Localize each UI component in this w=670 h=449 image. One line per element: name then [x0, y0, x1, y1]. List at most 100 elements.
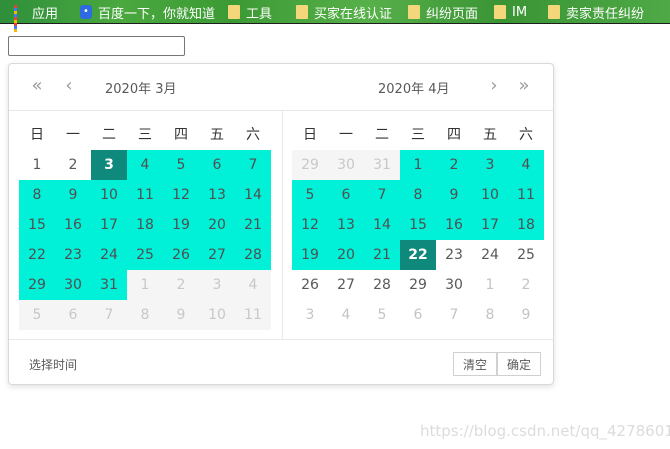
prev-month-icon[interactable]: ‹ — [59, 76, 79, 96]
in-range-day-cell[interactable]: 26 — [163, 240, 199, 270]
bookmark-im[interactable]: IM — [494, 0, 527, 24]
in-range-day-cell[interactable]: 11 — [508, 180, 544, 210]
in-range-day-cell[interactable]: 20 — [328, 240, 364, 270]
bookmark-baidu[interactable]: • 百度一下，你就知道 — [80, 0, 215, 24]
in-range-day-cell[interactable]: 8 — [19, 180, 55, 210]
day-cell[interactable]: 6 — [400, 300, 436, 330]
day-cell[interactable]: 27 — [328, 270, 364, 300]
in-range-day-cell[interactable]: 15 — [400, 210, 436, 240]
day-cell[interactable]: 9 — [163, 300, 199, 330]
day-cell[interactable]: 30 — [328, 150, 364, 180]
in-range-day-cell[interactable]: 21 — [235, 210, 271, 240]
in-range-day-cell[interactable]: 3 — [472, 150, 508, 180]
day-cell[interactable]: 5 — [364, 300, 400, 330]
day-cell[interactable]: 24 — [472, 240, 508, 270]
day-cell[interactable]: 8 — [127, 300, 163, 330]
in-range-day-cell[interactable]: 27 — [199, 240, 235, 270]
in-range-day-cell[interactable]: 8 — [400, 180, 436, 210]
day-cell[interactable]: 11 — [235, 300, 271, 330]
in-range-day-cell[interactable]: 11 — [127, 180, 163, 210]
select-time-link[interactable]: 选择时间 — [29, 356, 77, 373]
in-range-day-cell[interactable]: 4 — [508, 150, 544, 180]
next-month-icon[interactable]: › — [484, 76, 504, 96]
in-range-day-cell[interactable]: 5 — [163, 150, 199, 180]
day-cell[interactable]: 25 — [508, 240, 544, 270]
day-cell[interactable]: 23 — [436, 240, 472, 270]
in-range-day-cell[interactable]: 20 — [199, 210, 235, 240]
bookmark-seller-dispute[interactable]: 卖家责任纠纷 — [548, 0, 644, 24]
bookmark-buyer-auth[interactable]: 买家在线认证 — [296, 0, 392, 24]
date-range-input[interactable] — [8, 36, 185, 56]
in-range-day-cell[interactable]: 18 — [127, 210, 163, 240]
bookmark-dispute-page[interactable]: 纠纷页面 — [408, 0, 478, 24]
in-range-day-cell[interactable]: 1 — [400, 150, 436, 180]
confirm-button[interactable]: 确定 — [497, 352, 541, 376]
in-range-day-cell[interactable]: 14 — [364, 210, 400, 240]
in-range-day-cell[interactable]: 9 — [55, 180, 91, 210]
in-range-day-cell[interactable]: 28 — [235, 240, 271, 270]
in-range-day-cell[interactable]: 30 — [55, 270, 91, 300]
in-range-day-cell[interactable]: 18 — [508, 210, 544, 240]
in-range-day-cell[interactable]: 21 — [364, 240, 400, 270]
in-range-day-cell[interactable]: 19 — [163, 210, 199, 240]
in-range-day-cell[interactable]: 2 — [436, 150, 472, 180]
in-range-day-cell[interactable]: 10 — [91, 180, 127, 210]
weekday-label: 五 — [210, 127, 224, 143]
in-range-day-cell[interactable]: 13 — [199, 180, 235, 210]
day-cell[interactable]: 29 — [292, 150, 328, 180]
day-cell[interactable]: 2 — [508, 270, 544, 300]
selected-day-cell[interactable]: 22 — [400, 240, 436, 270]
in-range-day-cell[interactable]: 29 — [19, 270, 55, 300]
in-range-day-cell[interactable]: 12 — [163, 180, 199, 210]
in-range-day-cell[interactable]: 13 — [328, 210, 364, 240]
prev-year-icon[interactable]: « — [27, 76, 47, 96]
next-year-icon[interactable]: » — [514, 76, 534, 96]
day-cell[interactable]: 1 — [127, 270, 163, 300]
bookmark-tools[interactable]: 工具 — [228, 0, 272, 24]
in-range-day-cell[interactable]: 7 — [235, 150, 271, 180]
in-range-day-cell[interactable]: 19 — [292, 240, 328, 270]
day-cell[interactable]: 1 — [472, 270, 508, 300]
in-range-day-cell[interactable]: 16 — [436, 210, 472, 240]
day-cell[interactable]: 9 — [508, 300, 544, 330]
bookmark-apps[interactable]: 应用 — [14, 0, 58, 32]
day-cell[interactable]: 4 — [328, 300, 364, 330]
day-cell[interactable]: 26 — [292, 270, 328, 300]
in-range-day-cell[interactable]: 16 — [55, 210, 91, 240]
day-cell[interactable]: 5 — [19, 300, 55, 330]
in-range-day-cell[interactable]: 31 — [91, 270, 127, 300]
selected-day-cell[interactable]: 3 — [91, 150, 127, 180]
day-cell[interactable]: 7 — [436, 300, 472, 330]
day-cell[interactable]: 3 — [199, 270, 235, 300]
day-cell[interactable]: 2 — [55, 150, 91, 180]
in-range-day-cell[interactable]: 10 — [472, 180, 508, 210]
day-cell[interactable]: 10 — [199, 300, 235, 330]
in-range-day-cell[interactable]: 6 — [199, 150, 235, 180]
day-cell[interactable]: 28 — [364, 270, 400, 300]
in-range-day-cell[interactable]: 24 — [91, 240, 127, 270]
day-cell[interactable]: 1 — [19, 150, 55, 180]
clear-button[interactable]: 清空 — [453, 352, 497, 376]
day-cell[interactable]: 2 — [163, 270, 199, 300]
in-range-day-cell[interactable]: 15 — [19, 210, 55, 240]
in-range-day-cell[interactable]: 22 — [19, 240, 55, 270]
in-range-day-cell[interactable]: 14 — [235, 180, 271, 210]
in-range-day-cell[interactable]: 23 — [55, 240, 91, 270]
in-range-day-cell[interactable]: 12 — [292, 210, 328, 240]
in-range-day-cell[interactable]: 4 — [127, 150, 163, 180]
day-cell[interactable]: 6 — [55, 300, 91, 330]
day-cell[interactable]: 7 — [91, 300, 127, 330]
in-range-day-cell[interactable]: 5 — [292, 180, 328, 210]
day-cell[interactable]: 30 — [436, 270, 472, 300]
day-cell[interactable]: 3 — [292, 300, 328, 330]
day-cell[interactable]: 29 — [400, 270, 436, 300]
in-range-day-cell[interactable]: 25 — [127, 240, 163, 270]
day-cell[interactable]: 31 — [364, 150, 400, 180]
in-range-day-cell[interactable]: 17 — [91, 210, 127, 240]
in-range-day-cell[interactable]: 9 — [436, 180, 472, 210]
day-cell[interactable]: 4 — [235, 270, 271, 300]
day-cell[interactable]: 8 — [472, 300, 508, 330]
in-range-day-cell[interactable]: 7 — [364, 180, 400, 210]
in-range-day-cell[interactable]: 17 — [472, 210, 508, 240]
in-range-day-cell[interactable]: 6 — [328, 180, 364, 210]
